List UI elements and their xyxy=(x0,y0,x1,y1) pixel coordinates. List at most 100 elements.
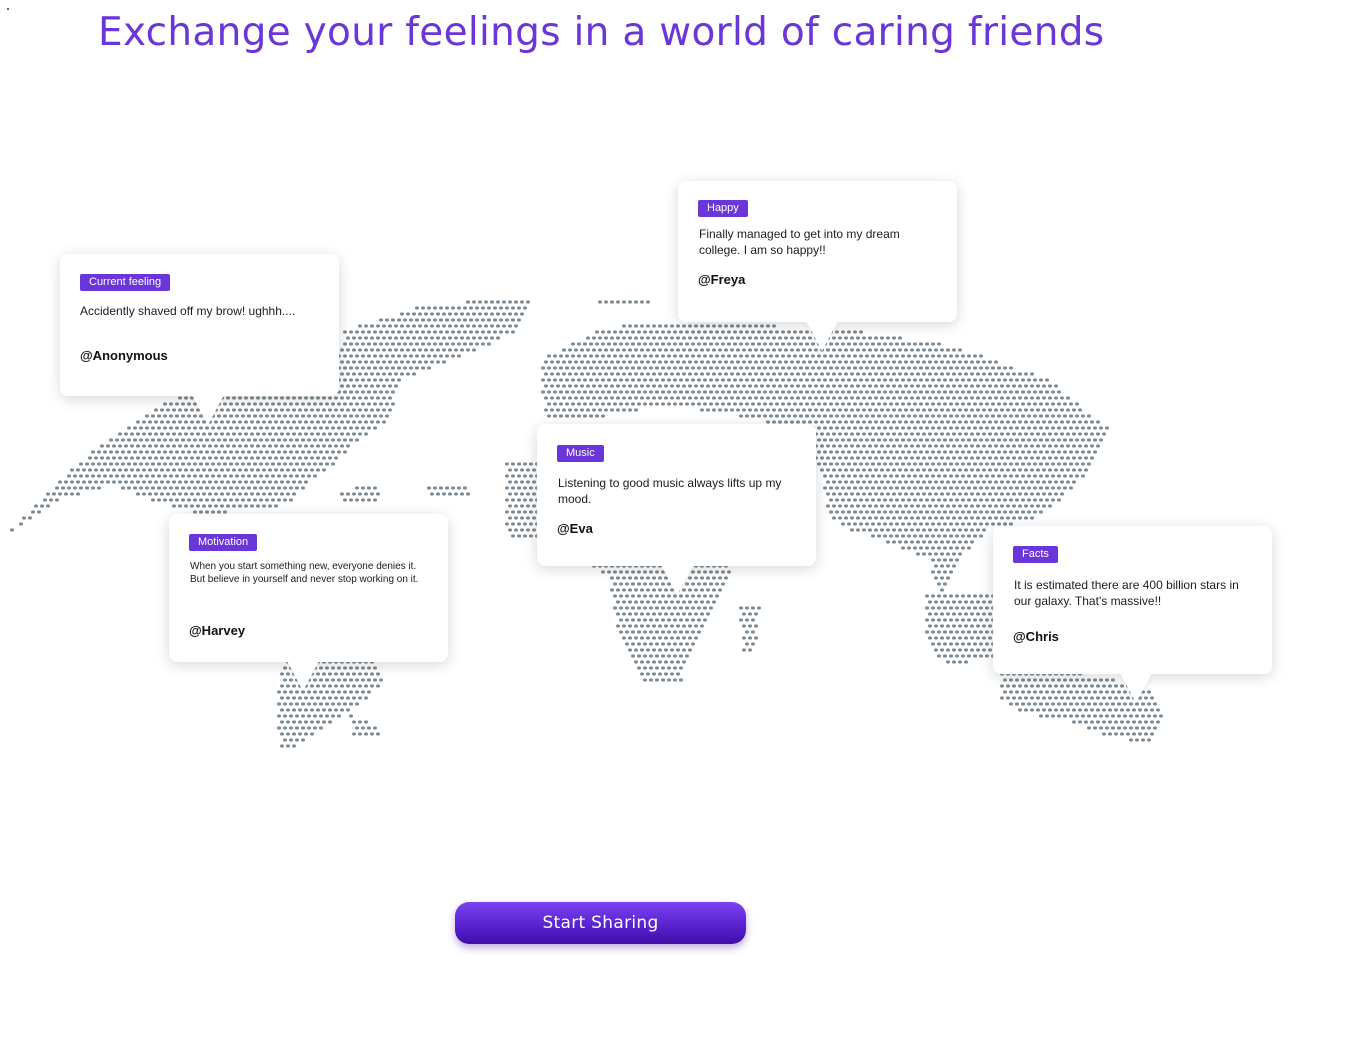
map-dot xyxy=(319,450,323,454)
map-dot xyxy=(202,504,206,508)
map-dot xyxy=(919,366,923,370)
map-dot xyxy=(898,540,902,544)
map-dot xyxy=(937,438,941,442)
map-dot xyxy=(1048,384,1052,388)
map-dot xyxy=(928,480,932,484)
map-dot xyxy=(181,438,185,442)
map-dot xyxy=(922,504,926,508)
map-dot xyxy=(709,330,713,334)
map-dot xyxy=(175,486,179,490)
map-dot xyxy=(448,312,452,316)
map-dot xyxy=(391,402,395,406)
map-dot xyxy=(715,594,719,598)
map-dot xyxy=(322,432,326,436)
map-dot xyxy=(649,390,653,394)
feeling-card-anonymous: Current feeling Accidently shaved off my… xyxy=(60,254,339,425)
map-dot xyxy=(508,468,512,472)
map-dot xyxy=(748,408,752,412)
map-dot xyxy=(505,522,509,526)
map-dot xyxy=(181,426,185,430)
map-dot xyxy=(385,378,389,382)
map-dot xyxy=(454,312,458,316)
map-dot xyxy=(361,366,365,370)
map-dot xyxy=(283,702,287,706)
map-dot xyxy=(472,324,476,328)
map-dot xyxy=(1063,474,1067,478)
map-dot xyxy=(688,612,692,616)
map-dot xyxy=(988,612,992,616)
map-dot xyxy=(808,372,812,376)
map-dot xyxy=(217,426,221,430)
map-dot xyxy=(1048,492,1052,496)
map-dot xyxy=(205,450,209,454)
map-dot xyxy=(934,468,938,472)
map-dot xyxy=(1063,414,1067,418)
map-dot xyxy=(1138,708,1142,712)
map-dot xyxy=(805,366,809,370)
map-dot xyxy=(859,378,863,382)
map-dot xyxy=(310,708,314,712)
map-dot xyxy=(967,486,971,490)
map-dot xyxy=(1030,420,1034,424)
map-dot xyxy=(226,432,230,436)
map-dot xyxy=(526,492,530,496)
map-dot xyxy=(355,354,359,358)
map-dot xyxy=(856,348,860,352)
map-dot xyxy=(424,348,428,352)
map-dot xyxy=(673,342,677,346)
map-dot xyxy=(529,462,533,466)
map-dot xyxy=(1081,414,1085,418)
map-dot xyxy=(586,384,590,388)
map-dot xyxy=(664,636,668,640)
map-dot xyxy=(619,330,623,334)
map-dot xyxy=(685,654,689,658)
map-dot xyxy=(970,408,974,412)
map-dot xyxy=(955,366,959,370)
map-dot xyxy=(775,342,779,346)
map-dot xyxy=(322,720,326,724)
map-dot xyxy=(349,378,353,382)
map-dot xyxy=(166,444,170,448)
map-dot xyxy=(661,666,665,670)
map-dot xyxy=(1021,690,1025,694)
map-dot xyxy=(1054,420,1058,424)
map-dot xyxy=(472,348,476,352)
map-dot xyxy=(382,420,386,424)
start-sharing-button[interactable]: Start Sharing xyxy=(455,902,746,944)
map-dot xyxy=(964,432,968,436)
map-dot xyxy=(670,372,674,376)
map-dot xyxy=(286,480,290,484)
map-dot xyxy=(694,372,698,376)
map-dot xyxy=(883,414,887,418)
map-dot xyxy=(421,330,425,334)
map-dot xyxy=(979,462,983,466)
map-dot xyxy=(928,444,932,448)
map-dot xyxy=(736,396,740,400)
map-dot xyxy=(862,420,866,424)
map-dot xyxy=(943,594,947,598)
map-dot xyxy=(850,516,854,520)
map-dot xyxy=(958,528,962,532)
map-dot xyxy=(652,636,656,640)
map-dot xyxy=(904,360,908,364)
map-dot xyxy=(1021,438,1025,442)
map-dot xyxy=(250,468,254,472)
map-dot xyxy=(967,498,971,502)
map-dot xyxy=(1114,696,1118,700)
map-dot xyxy=(1033,402,1037,406)
map-dot xyxy=(940,372,944,376)
map-dot xyxy=(706,384,710,388)
map-dot xyxy=(976,408,980,412)
map-dot xyxy=(952,384,956,388)
map-dot xyxy=(940,600,944,604)
map-dot xyxy=(658,396,662,400)
map-dot xyxy=(334,408,338,412)
map-dot xyxy=(874,456,878,460)
map-dot xyxy=(376,360,380,364)
map-dot xyxy=(850,420,854,424)
map-dot xyxy=(628,372,632,376)
map-dot xyxy=(718,384,722,388)
map-dot xyxy=(583,402,587,406)
map-dot xyxy=(670,600,674,604)
map-dot xyxy=(907,498,911,502)
